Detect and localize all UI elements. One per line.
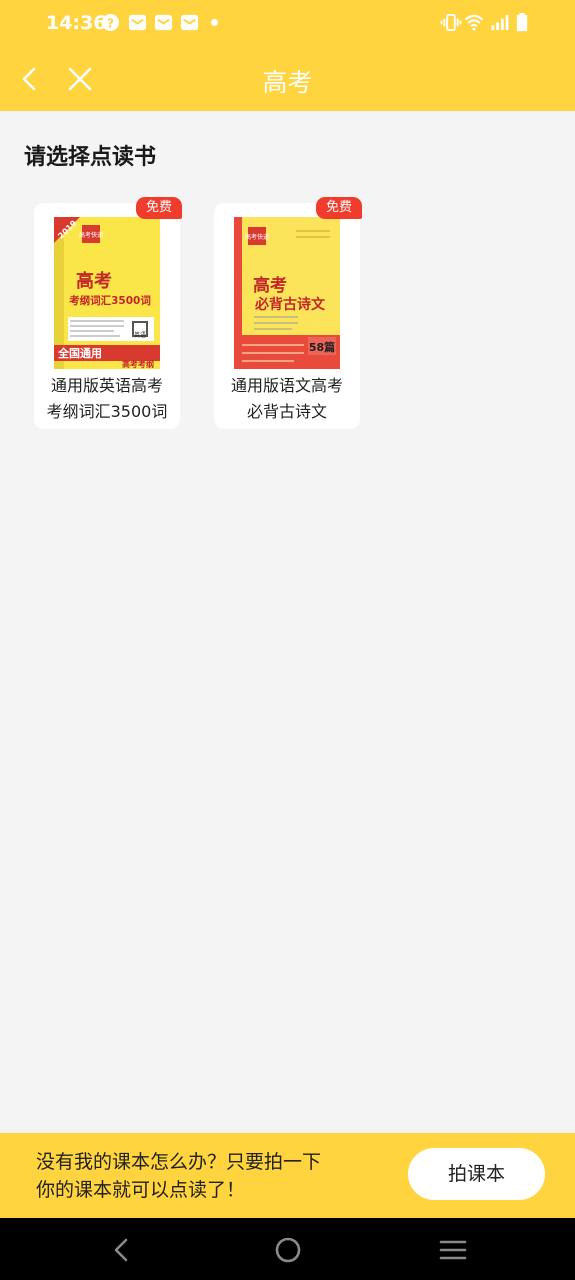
book-cover-english: 2019 高考快递 高考 考纲词汇3500词 英语 全国通用 高考考纲	[54, 217, 160, 369]
mail-icon	[128, 14, 147, 31]
book-card-english[interactable]: 2019 高考快递 高考 考纲词汇3500词 英语 全国通用 高考考纲 免费 通…	[34, 197, 182, 429]
system-nav-bar	[0, 1218, 575, 1280]
bottom-hint-line: 没有我的课本怎么办？只要拍一下	[36, 1151, 322, 1173]
cover-bottom-band: 全国通用	[57, 346, 102, 360]
mail-icon	[154, 14, 173, 31]
nav-menu-icon[interactable]	[438, 1235, 468, 1265]
cover-brand: 高考快递	[245, 233, 269, 241]
notification-dot	[211, 19, 218, 26]
nav-home-icon[interactable]	[273, 1235, 303, 1265]
cover-brand: 高考快递	[79, 231, 103, 239]
signal-icon	[491, 14, 509, 31]
bottom-hint-line: 你的课本就可以点读了！	[36, 1179, 246, 1201]
vibrate-icon	[440, 13, 462, 32]
cover-subject: 英语	[134, 331, 146, 339]
status-time: 14:36	[46, 12, 107, 34]
cover-main-line1: 高考	[76, 270, 112, 292]
cover-main-line2: 必背古诗文	[254, 296, 326, 313]
free-badge: 免费	[316, 197, 362, 219]
book-cover-chinese: 高考快递 高考 必背古诗文 58篇	[234, 217, 340, 369]
section-title: 请选择点读书	[24, 145, 157, 170]
book-title-line: 通用版英语高考	[50, 376, 163, 395]
book-title-line: 必背古诗文	[246, 402, 327, 421]
book-title: 通用版英语高考 考纲词汇3500词	[34, 373, 180, 425]
book-title-line: 考纲词汇3500词	[46, 402, 168, 421]
cover-count: 58篇	[309, 340, 335, 354]
help-circle-icon: ?	[101, 13, 120, 32]
wifi-icon	[464, 14, 484, 31]
app-header: 高考	[0, 48, 575, 111]
bottom-hint-text: 没有我的课本怎么办？只要拍一下 你的课本就可以点读了！	[36, 1148, 321, 1204]
battery-icon	[516, 13, 528, 32]
svg-text:?: ?	[107, 16, 114, 30]
nav-back-icon[interactable]	[107, 1235, 137, 1265]
bottom-bar: 没有我的课本怎么办？只要拍一下 你的课本就可以点读了！ 拍课本	[0, 1133, 575, 1218]
book-card-chinese[interactable]: 高考快递 高考 必背古诗文 58篇 免费 通用版语文高考 必背古诗文	[214, 197, 362, 429]
mail-icon	[180, 14, 199, 31]
page-title: 高考	[262, 68, 313, 97]
book-title-line: 通用版语文高考	[230, 376, 343, 395]
cover-main-line2: 考纲词汇3500词	[69, 294, 151, 307]
book-title: 通用版语文高考 必背古诗文	[214, 373, 360, 425]
cover-main-line1: 高考	[253, 275, 287, 296]
cover-bottom-tag: 高考考纲	[122, 359, 154, 369]
photo-textbook-button[interactable]: 拍课本	[408, 1148, 545, 1200]
free-badge: 免费	[136, 197, 182, 219]
status-bar: 14:36 ?	[0, 0, 575, 48]
